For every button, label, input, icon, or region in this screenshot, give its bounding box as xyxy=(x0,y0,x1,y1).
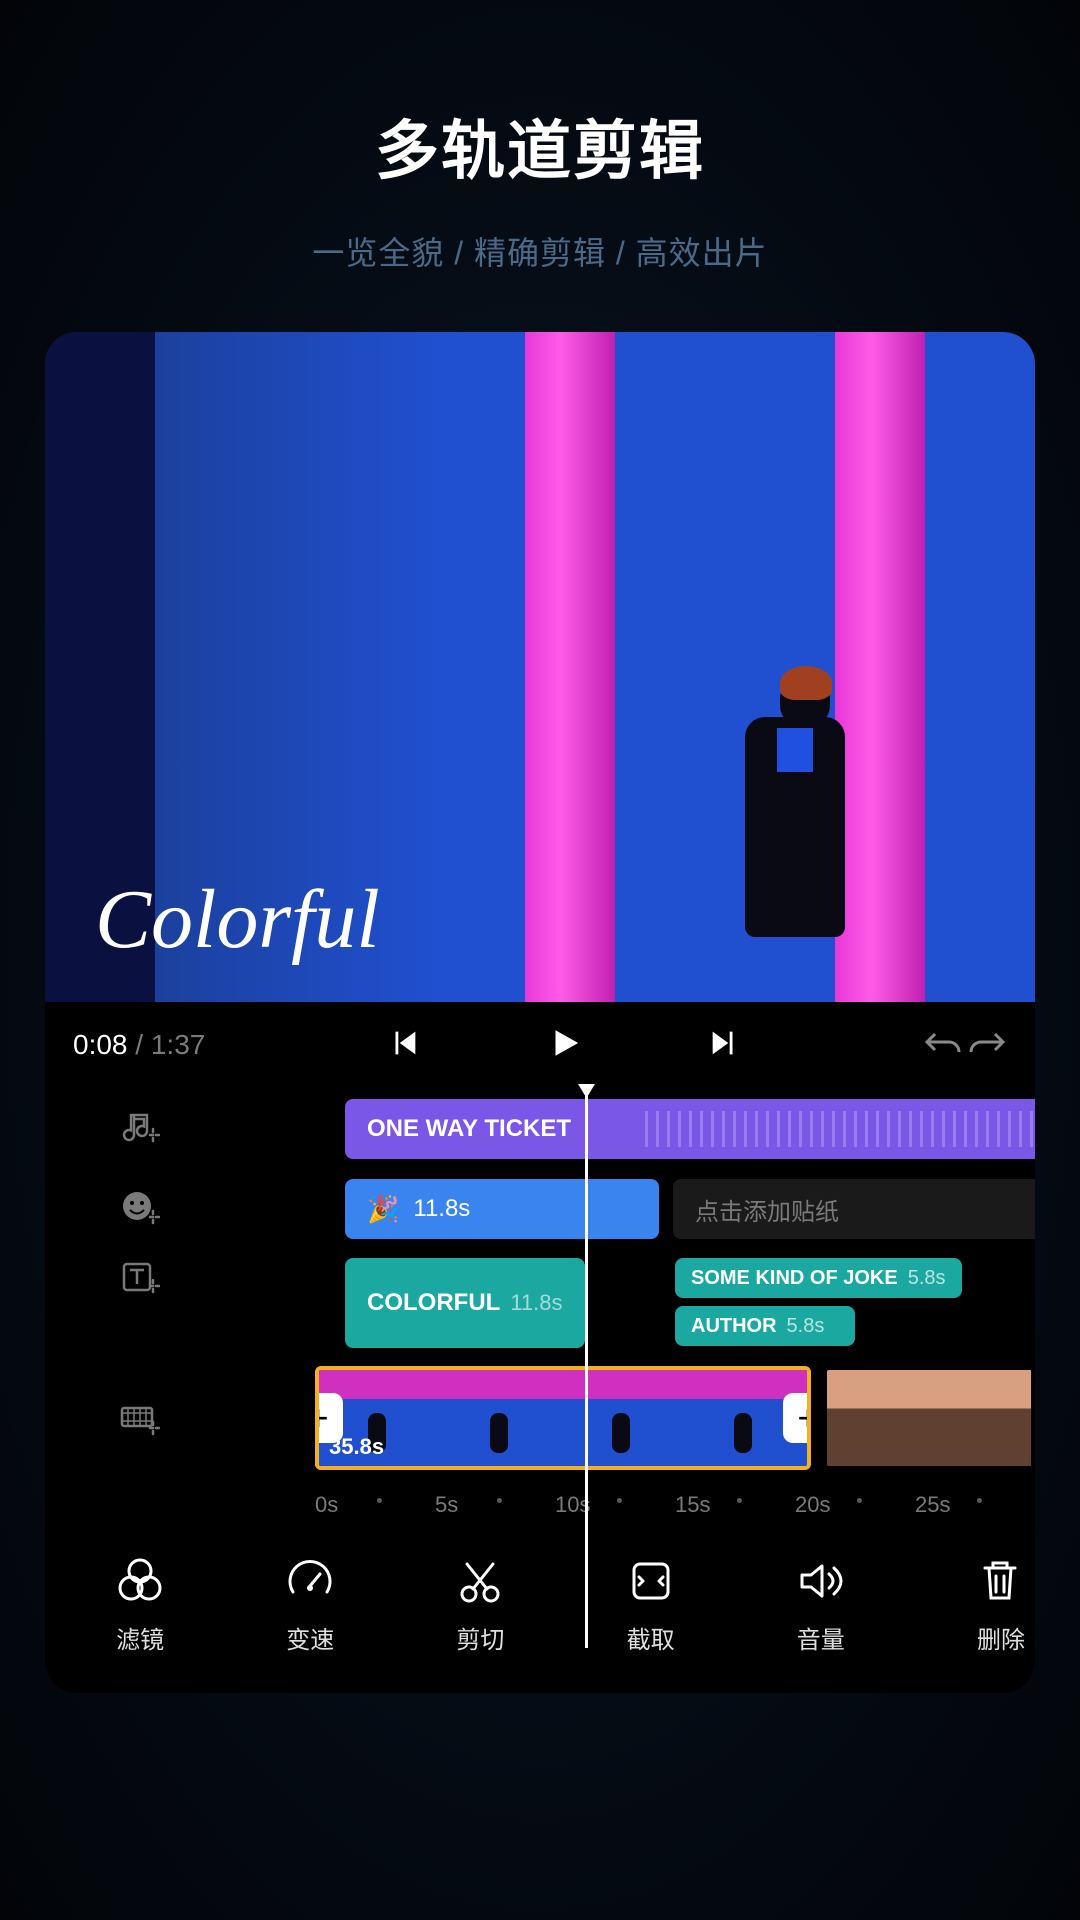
undo-icon xyxy=(923,1028,963,1058)
bottom-toolbar: 滤镜 变速 剪切 截取 音量 删除 xyxy=(45,1556,1035,1693)
video-clip[interactable] xyxy=(823,1366,1035,1470)
page-title: 多轨道剪辑 xyxy=(0,0,1080,192)
video-thumbnails xyxy=(319,1370,807,1466)
tool-label: 剪切 xyxy=(456,1620,504,1655)
speed-icon xyxy=(285,1556,335,1606)
time-ruler: 0s 5s 10s 15s 20s 25s xyxy=(315,1492,1035,1518)
film-icon xyxy=(120,1398,160,1438)
add-sticker-placeholder[interactable]: 点击添加贴纸 xyxy=(673,1179,1035,1239)
text-clip-extra[interactable]: SOME KIND OF JOKE 5.8s xyxy=(675,1258,962,1298)
delete-button[interactable]: 删除 xyxy=(906,1556,1025,1655)
sticker-track: 🎉 11.8s 点击添加贴纸 xyxy=(45,1178,1035,1240)
video-track: + 35.8s + xyxy=(45,1366,1035,1470)
music-clip[interactable]: ONE WAY TICKET xyxy=(345,1099,1035,1159)
crop-icon xyxy=(626,1556,676,1606)
playhead[interactable] xyxy=(585,1090,588,1648)
text-label: SOME KIND OF JOKE xyxy=(691,1267,898,1290)
waveform xyxy=(645,1111,1035,1147)
timecode: 0:08 / 1:37 xyxy=(73,1029,205,1061)
redo-icon xyxy=(967,1028,1007,1058)
add-text-button[interactable] xyxy=(45,1258,235,1298)
text-icon xyxy=(120,1258,160,1298)
ruler-tick: 5s xyxy=(435,1492,555,1518)
preview-subject xyxy=(735,662,855,942)
cut-button[interactable]: 剪切 xyxy=(395,1556,565,1655)
crop-button[interactable]: 截取 xyxy=(566,1556,736,1655)
play-icon xyxy=(547,1026,581,1060)
volume-icon xyxy=(796,1556,846,1606)
page-subtitle: 一览全貌 / 精确剪辑 / 高效出片 xyxy=(0,228,1080,274)
text-clip-extra[interactable]: AUTHOR 5.8s xyxy=(675,1306,855,1346)
filter-icon xyxy=(115,1556,165,1606)
volume-button[interactable]: 音量 xyxy=(736,1556,906,1655)
add-music-button[interactable] xyxy=(45,1109,235,1149)
video-clip-selected[interactable]: + 35.8s + xyxy=(315,1366,811,1470)
tool-label: 删除 xyxy=(977,1620,1025,1655)
tool-label: 音量 xyxy=(797,1620,845,1655)
speed-button[interactable]: 变速 xyxy=(225,1556,395,1655)
text-label: AUTHOR xyxy=(691,1315,777,1338)
add-clip-after-button[interactable]: + xyxy=(783,1393,811,1443)
music-label: ONE WAY TICKET xyxy=(367,1115,571,1143)
editor-frame: Colorful 0:08 / 1:37 xyxy=(45,332,1035,1693)
text-duration: 11.8s xyxy=(510,1290,562,1316)
preview-pillar xyxy=(525,332,615,1002)
text-track: COLORFUL 11.8s SOME KIND OF JOKE 5.8s AU… xyxy=(45,1258,1035,1348)
tool-label: 截取 xyxy=(627,1620,675,1655)
redo-button[interactable] xyxy=(967,1028,1007,1063)
add-clip-before-button[interactable]: + xyxy=(315,1393,343,1443)
sticker-placeholder-text: 点击添加贴纸 xyxy=(695,1192,839,1227)
ruler-tick: 0s xyxy=(315,1492,435,1518)
add-sticker-button[interactable] xyxy=(45,1189,235,1229)
timeline: ONE WAY TICKET 🎉 11.8s 点击添加贴纸 COLORFUL 1 xyxy=(45,1088,1035,1693)
emoji-icon xyxy=(120,1189,160,1229)
ruler-tick: 10s xyxy=(555,1492,675,1518)
preview-caption: Colorful xyxy=(95,871,380,968)
tool-label: 滤镜 xyxy=(116,1620,164,1655)
prev-button[interactable] xyxy=(374,1026,434,1065)
text-label: COLORFUL xyxy=(367,1289,500,1317)
music-track: ONE WAY TICKET xyxy=(45,1098,1035,1160)
timecode-current: 0:08 xyxy=(73,1029,128,1060)
play-button[interactable] xyxy=(534,1026,594,1065)
party-popper-icon: 🎉 xyxy=(367,1194,399,1225)
filter-button[interactable]: 滤镜 xyxy=(55,1556,225,1655)
tool-label: 变速 xyxy=(286,1620,334,1655)
video-preview[interactable]: Colorful xyxy=(45,332,1035,1002)
ruler-tick: 15s xyxy=(675,1492,795,1518)
sticker-clip[interactable]: 🎉 11.8s xyxy=(345,1179,659,1239)
playback-bar: 0:08 / 1:37 xyxy=(45,1002,1035,1088)
ruler-tick: 25s xyxy=(915,1492,1035,1518)
add-video-button[interactable] xyxy=(45,1398,235,1438)
text-duration: 5.8s xyxy=(908,1267,946,1290)
timecode-total: 1:37 xyxy=(151,1029,206,1060)
music-icon xyxy=(120,1109,160,1149)
text-clip-stack: SOME KIND OF JOKE 5.8s AUTHOR 5.8s xyxy=(675,1258,962,1346)
text-clip-main[interactable]: COLORFUL 11.8s xyxy=(345,1258,585,1348)
scissors-icon xyxy=(455,1556,505,1606)
prev-icon xyxy=(387,1026,421,1060)
next-button[interactable] xyxy=(694,1026,754,1065)
trash-icon xyxy=(975,1556,1025,1606)
text-duration: 5.8s xyxy=(787,1315,825,1338)
timecode-sep: / xyxy=(128,1029,151,1060)
sticker-duration: 11.8s xyxy=(413,1195,470,1223)
ruler-tick: 20s xyxy=(795,1492,915,1518)
video-thumbnails xyxy=(827,1370,1031,1466)
undo-button[interactable] xyxy=(923,1028,963,1063)
next-icon xyxy=(707,1026,741,1060)
